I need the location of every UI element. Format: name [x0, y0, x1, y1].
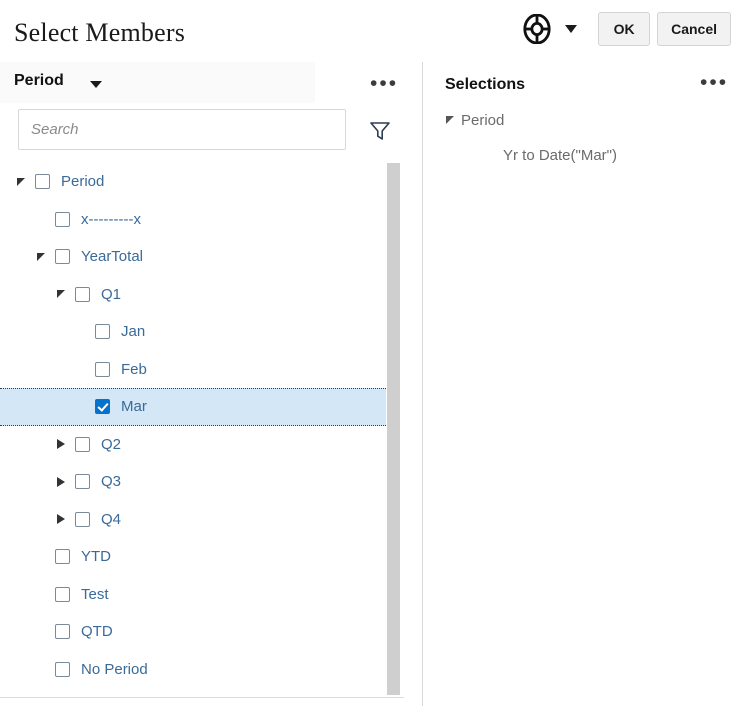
- tree-item-label: Q1: [101, 286, 121, 303]
- tree-row[interactable]: Feb: [0, 351, 386, 389]
- member-tree[interactable]: Period x---------x YearTotal Q1 Jan Feb Mar Q2 Q…: [0, 163, 386, 697]
- tree-scrollbar-track[interactable]: [387, 163, 400, 695]
- selection-item[interactable]: Yr to Date("Mar"): [503, 147, 617, 164]
- member-checkbox[interactable]: [75, 287, 90, 302]
- tree-row[interactable]: YTD: [0, 538, 386, 576]
- dimension-wheel-icon-svg: [522, 14, 552, 44]
- member-checkbox[interactable]: [55, 549, 70, 564]
- ok-button[interactable]: OK: [598, 12, 650, 46]
- tree-item-label: Q3: [101, 473, 121, 490]
- tree-item-label: Q4: [101, 511, 121, 528]
- dimension-name-label[interactable]: Period: [14, 72, 64, 90]
- tree-scrollbar-thumb[interactable]: [387, 163, 400, 695]
- tree-item-label: YearTotal: [81, 248, 143, 265]
- tree-item-label: Mar: [121, 398, 147, 415]
- tree-item-label: Test: [81, 586, 109, 603]
- member-checkbox[interactable]: [55, 212, 70, 227]
- chevron-down-icon[interactable]: [90, 81, 102, 88]
- search-row: [0, 109, 400, 152]
- expand-triangle-icon[interactable]: [57, 290, 65, 298]
- tree-item-label: No Period: [81, 661, 148, 678]
- search-input[interactable]: [18, 109, 346, 150]
- tree-row[interactable]: Q4: [0, 501, 386, 539]
- expand-triangle-icon[interactable]: [37, 253, 45, 261]
- member-checkbox[interactable]: [95, 399, 110, 414]
- tree-row[interactable]: Q1: [0, 276, 386, 314]
- tree-row[interactable]: x---------x: [0, 201, 386, 239]
- tree-row[interactable]: Mar: [0, 388, 386, 426]
- member-checkbox[interactable]: [55, 624, 70, 639]
- selections-root-label: Period: [461, 112, 504, 129]
- header-actions: OK Cancel: [522, 12, 731, 46]
- selections-title: Selections: [445, 76, 525, 94]
- tree-row[interactable]: YearTotal: [0, 238, 386, 276]
- funnel-filter-icon-svg: [369, 120, 391, 141]
- tree-item-label: Feb: [121, 361, 147, 378]
- member-checkbox[interactable]: [55, 587, 70, 602]
- tree-item-label: Q2: [101, 436, 121, 453]
- member-checkbox[interactable]: [95, 362, 110, 377]
- tree-row[interactable]: Test: [0, 576, 386, 614]
- dialog-header: Select Members OK Cancel: [0, 0, 747, 62]
- member-checkbox[interactable]: [75, 512, 90, 527]
- tree-item-label: Period: [61, 173, 104, 190]
- selections-overflow-menu[interactable]: •••: [700, 78, 728, 88]
- dimension-header: Period: [0, 62, 315, 103]
- dimension-wheel-icon[interactable]: [522, 14, 552, 44]
- page-title: Select Members: [14, 18, 185, 48]
- tree-item-label: QTD: [81, 623, 113, 640]
- chevron-down-icon[interactable]: [565, 25, 577, 33]
- left-panel-overflow-menu[interactable]: •••: [370, 79, 398, 89]
- member-checkbox[interactable]: [75, 437, 90, 452]
- selections-root-node[interactable]: Period: [446, 110, 504, 130]
- cancel-button[interactable]: Cancel: [657, 12, 731, 46]
- collapse-triangle-icon[interactable]: [57, 477, 65, 487]
- tree-item-label: YTD: [81, 548, 111, 565]
- member-checkbox[interactable]: [55, 662, 70, 677]
- member-checkbox[interactable]: [55, 249, 70, 264]
- member-tree-panel: Period ••• Period x---------x YearTotal Q1 J…: [0, 62, 422, 706]
- tree-row[interactable]: No Period: [0, 651, 386, 689]
- expand-triangle-icon[interactable]: [17, 178, 25, 186]
- tree-row[interactable]: Jan: [0, 313, 386, 351]
- tree-row[interactable]: Q2: [0, 426, 386, 464]
- member-checkbox[interactable]: [35, 174, 50, 189]
- tree-row[interactable]: Period: [0, 163, 386, 201]
- tree-row[interactable]: Q3: [0, 463, 386, 501]
- expand-triangle-icon[interactable]: [446, 116, 454, 124]
- tree-item-label: Jan: [121, 323, 145, 340]
- tree-item-label: x---------x: [81, 211, 141, 228]
- tree-row[interactable]: QTD: [0, 613, 386, 651]
- member-checkbox[interactable]: [95, 324, 110, 339]
- member-checkbox[interactable]: [75, 474, 90, 489]
- collapse-triangle-icon[interactable]: [57, 514, 65, 524]
- collapse-triangle-icon[interactable]: [57, 439, 65, 449]
- bottom-divider: [0, 697, 404, 698]
- funnel-filter-icon[interactable]: [369, 120, 391, 141]
